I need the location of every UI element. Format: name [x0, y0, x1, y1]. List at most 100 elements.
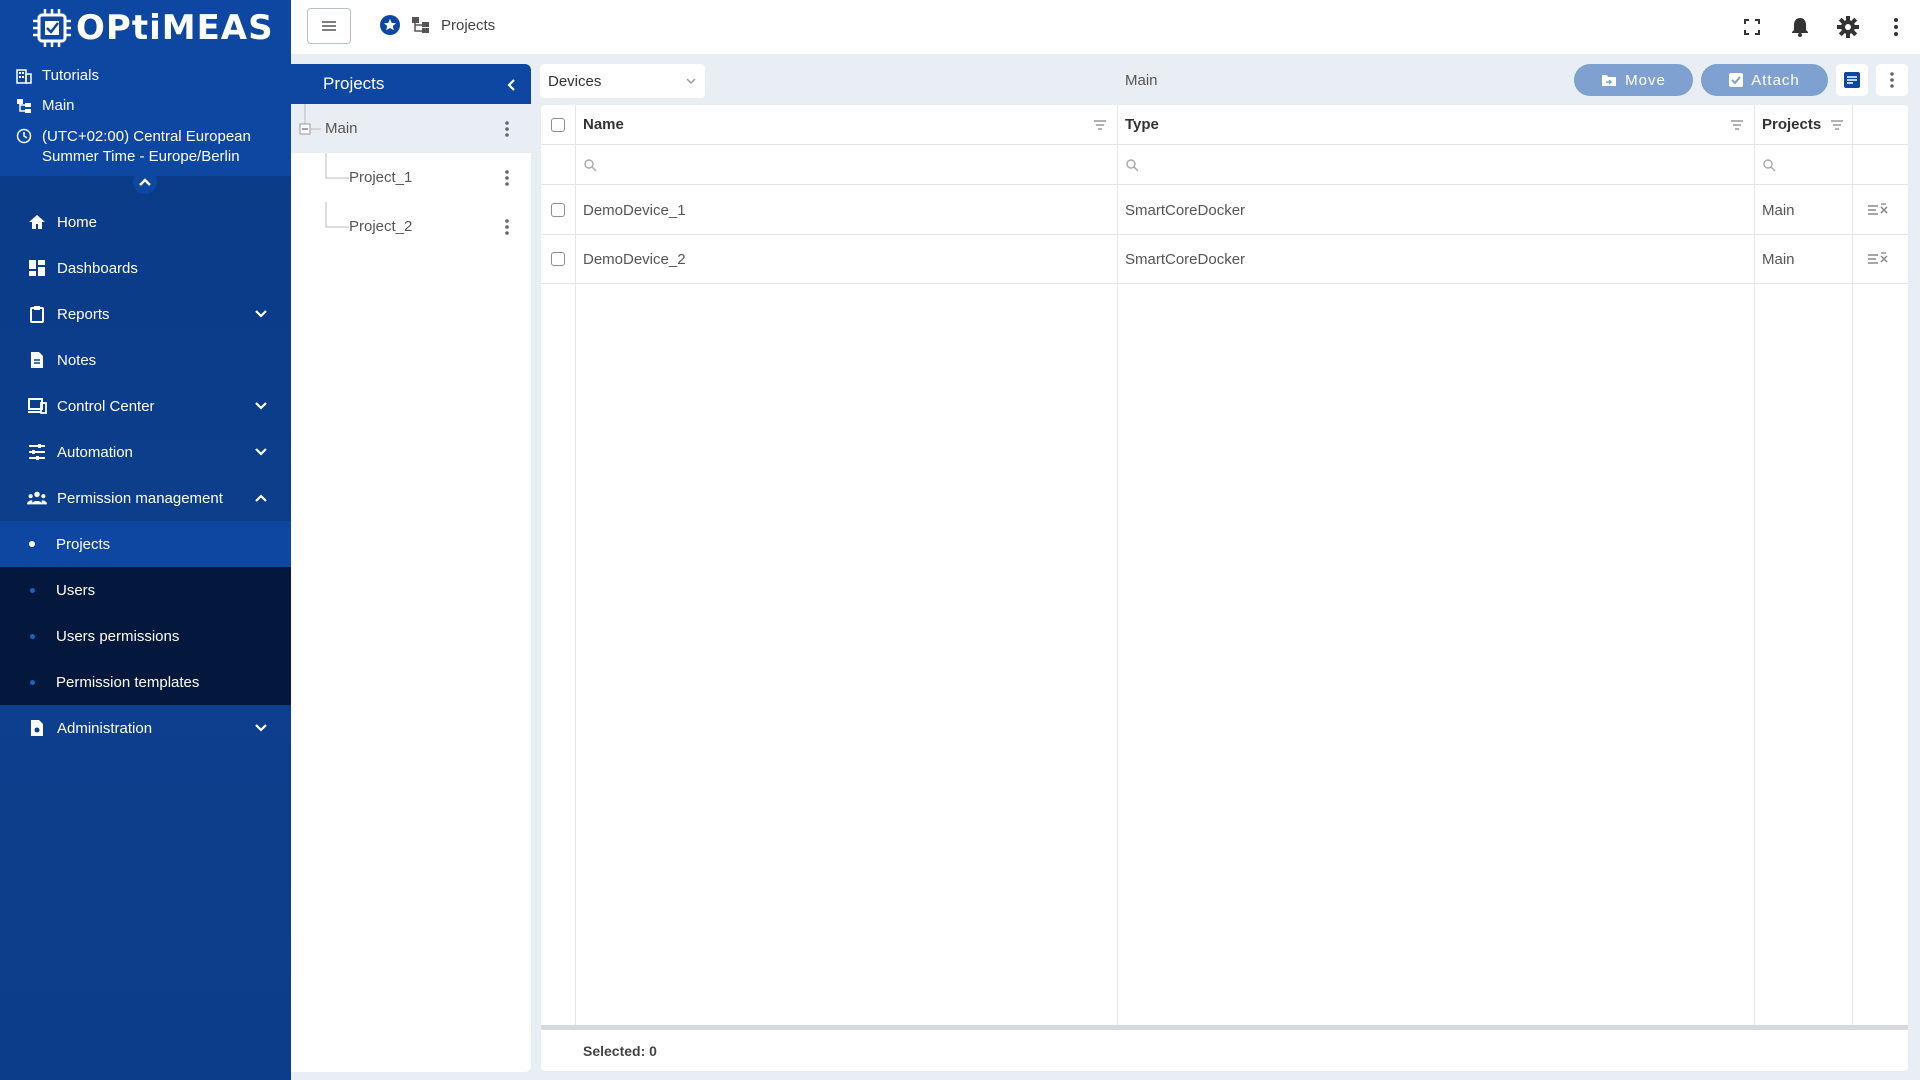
settings-button[interactable]	[1824, 14, 1872, 40]
table-row[interactable]: DemoDevice_1 SmartCoreDocker Main	[541, 186, 1908, 235]
subnav-permission-templates[interactable]: Permission templates	[0, 659, 291, 705]
nav-dashboards-label: Dashboards	[57, 259, 138, 277]
cell-name: DemoDevice_2	[583, 250, 686, 268]
cell-projects: Main	[1762, 201, 1795, 219]
tree-item-label: Project_1	[349, 169, 413, 186]
move-button-label: Move	[1625, 71, 1666, 89]
attach-button[interactable]: Attach	[1701, 64, 1828, 96]
kebab-menu-icon[interactable]	[505, 170, 509, 186]
subnav-users[interactable]: Users	[0, 567, 291, 613]
tree-collapse-icon[interactable]	[295, 104, 321, 153]
timezone-info: (UTC+02:00) Central European Summer Time…	[16, 127, 251, 167]
bullet-icon	[30, 680, 35, 685]
checkbox-checked-icon	[1729, 73, 1744, 87]
select-all-checkbox-cell[interactable]	[551, 105, 565, 144]
breadcrumb-current[interactable]: Projects	[441, 17, 495, 34]
row-checkbox[interactable]	[551, 203, 565, 217]
nav-automation[interactable]: Automation	[0, 429, 291, 475]
document-list-icon	[1844, 72, 1860, 88]
dashboard-icon	[29, 260, 45, 276]
devices-grid: Name Type Projects DemoDevice_1 SmartCor…	[541, 105, 1908, 1071]
sidebar-header: OPtiMEAS Tutorials Main (UTC+02:00) Cent…	[0, 0, 291, 176]
bullet-icon	[30, 588, 35, 593]
filter-icon[interactable]	[1093, 118, 1107, 132]
subnav-projects-label: Projects	[56, 535, 111, 553]
admin-document-icon	[31, 720, 43, 736]
kebab-menu-icon[interactable]	[505, 219, 509, 235]
column-header-name[interactable]: Name	[583, 105, 624, 144]
subnav-users-permissions[interactable]: Users permissions	[0, 613, 291, 659]
chevron-up-icon	[139, 178, 151, 186]
tree-item-project-1[interactable]: Project_1	[291, 153, 531, 202]
nav-permission-management-label: Permission management	[57, 489, 223, 507]
devices-icon	[28, 398, 47, 414]
toolbar-more-button[interactable]	[1876, 64, 1908, 96]
tree-connector	[325, 202, 349, 228]
nav-permission-management[interactable]: Permission management	[0, 475, 291, 521]
current-project[interactable]: Main	[16, 97, 75, 114]
nav-dashboards[interactable]: Dashboards	[0, 245, 291, 291]
subnav-projects[interactable]: Projects	[0, 521, 291, 567]
menu-toggle-button[interactable]	[307, 8, 351, 44]
cell-type: SmartCoreDocker	[1125, 250, 1246, 268]
chip-logo-icon	[33, 9, 71, 47]
tree-item-main[interactable]: Main	[291, 104, 531, 153]
row-checkbox-cell[interactable]	[551, 186, 565, 234]
row-checkbox-cell[interactable]	[551, 235, 565, 283]
nav-control-center[interactable]: Control Center	[0, 383, 291, 429]
search-icon[interactable]	[583, 158, 597, 172]
projects-tree-panel: Projects Main Project_1 Project_2	[291, 64, 531, 1072]
column-header-projects[interactable]: Projects	[1762, 105, 1821, 144]
nav-reports[interactable]: Reports	[0, 291, 291, 337]
nav-administration[interactable]: Administration	[0, 705, 291, 751]
nav-automation-label: Automation	[57, 443, 133, 461]
column-header-type[interactable]: Type	[1125, 105, 1159, 144]
select-all-checkbox[interactable]	[551, 117, 565, 132]
details-toggle-button[interactable]	[1836, 64, 1868, 96]
chevron-down-icon	[255, 402, 267, 410]
clock-icon	[16, 128, 32, 144]
move-button[interactable]: Move	[1574, 64, 1693, 96]
context-project-label: Main	[1125, 72, 1158, 89]
notifications-button[interactable]	[1776, 14, 1824, 40]
timezone-line1: (UTC+02:00) Central European	[42, 128, 251, 145]
chevron-down-icon	[255, 724, 267, 732]
attach-button-label: Attach	[1751, 71, 1800, 89]
tutorials-link[interactable]: Tutorials	[16, 67, 99, 84]
chevron-left-icon[interactable]	[505, 78, 519, 92]
fullscreen-button[interactable]	[1728, 14, 1776, 40]
top-bar: Projects	[291, 0, 1920, 54]
kebab-menu-icon[interactable]	[505, 121, 509, 137]
sidebar: OPtiMEAS Tutorials Main (UTC+02:00) Cent…	[0, 0, 291, 1080]
horizontal-scrollbar[interactable]	[541, 1025, 1908, 1030]
clipboard-icon	[30, 306, 44, 323]
content-toolbar: Devices Main Move Attach	[540, 64, 1908, 98]
row-detach-button[interactable]	[1867, 235, 1889, 283]
table-row[interactable]: DemoDevice_2 SmartCoreDocker Main	[541, 235, 1908, 284]
building-icon	[16, 69, 32, 84]
nav-home[interactable]: Home	[0, 199, 291, 245]
sliders-icon	[29, 444, 45, 460]
row-checkbox[interactable]	[551, 252, 565, 266]
entity-type-select[interactable]: Devices	[540, 64, 705, 98]
filter-icon[interactable]	[1730, 118, 1744, 132]
row-detach-button[interactable]	[1867, 186, 1889, 234]
tree-item-project-2[interactable]: Project_2	[291, 202, 531, 251]
favorite-star-icon[interactable]	[379, 14, 401, 36]
search-icon[interactable]	[1762, 158, 1776, 172]
nav-reports-label: Reports	[57, 305, 110, 323]
sidebar-nav: Home Dashboards Reports Notes Control Ce…	[0, 199, 291, 751]
kebab-menu-icon	[1890, 72, 1894, 88]
bullet-icon	[29, 541, 35, 547]
brand-name: OPtiMEAS	[76, 8, 274, 48]
brand-logo[interactable]: OPtiMEAS	[32, 6, 274, 50]
home-icon	[29, 215, 45, 229]
cell-type: SmartCoreDocker	[1125, 201, 1246, 219]
nav-notes[interactable]: Notes	[0, 337, 291, 383]
collapse-header-button[interactable]	[133, 170, 157, 194]
nav-notes-label: Notes	[57, 351, 97, 369]
more-options-button[interactable]	[1872, 14, 1920, 40]
filter-icon[interactable]	[1830, 118, 1844, 132]
search-icon[interactable]	[1125, 158, 1139, 172]
project-tree-icon	[17, 99, 31, 113]
